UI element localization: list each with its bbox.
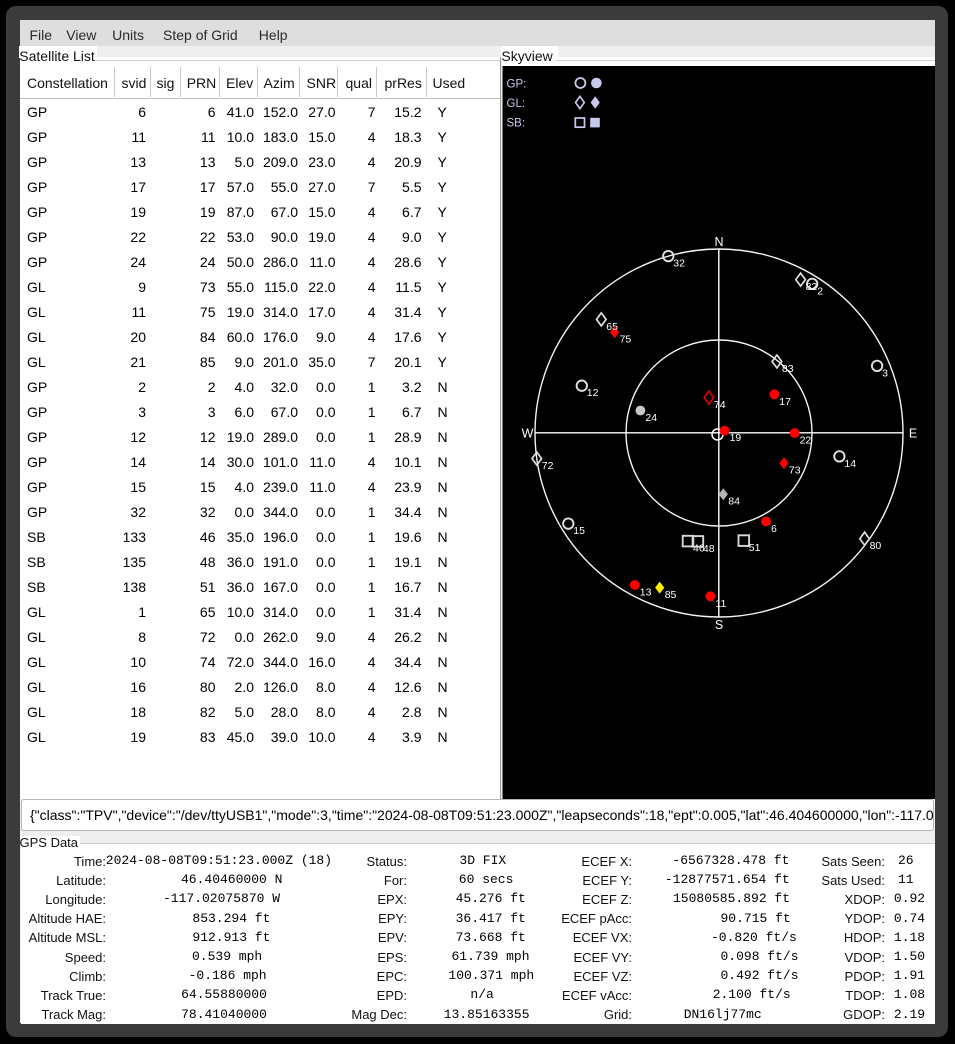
svg-text:80: 80 [870, 540, 882, 552]
svg-text:85: 85 [665, 589, 677, 601]
svg-text:3: 3 [882, 367, 888, 379]
svg-text:48: 48 [703, 543, 715, 555]
svg-text:32: 32 [673, 258, 685, 270]
svg-text:11: 11 [715, 598, 726, 610]
svg-text:73: 73 [789, 465, 801, 477]
svg-text:GL:: GL: [507, 98, 526, 110]
svg-text:15: 15 [573, 525, 585, 537]
svg-text:83: 83 [782, 363, 794, 375]
svg-text:19: 19 [730, 432, 742, 444]
svg-text:82: 82 [806, 281, 818, 293]
svg-text:24: 24 [645, 412, 657, 424]
svg-text:2: 2 [817, 285, 823, 297]
svg-text:17: 17 [779, 396, 791, 408]
svg-text:75: 75 [620, 334, 632, 346]
svg-text:22: 22 [800, 435, 812, 447]
svg-text:13: 13 [640, 587, 652, 599]
svg-text:GP:: GP: [507, 79, 527, 91]
svg-text:74: 74 [714, 399, 726, 411]
svg-text:N: N [714, 235, 723, 249]
svg-text:SB:: SB: [507, 118, 526, 130]
svg-text:W: W [522, 427, 534, 441]
svg-text:E: E [909, 427, 917, 441]
svg-text:84: 84 [728, 496, 740, 508]
svg-text:6: 6 [771, 523, 777, 535]
svg-text:14: 14 [844, 458, 856, 470]
svg-text:65: 65 [606, 321, 618, 333]
svg-text:S: S [715, 618, 723, 632]
svg-text:72: 72 [542, 460, 554, 472]
svg-text:12: 12 [587, 387, 599, 399]
svg-text:51: 51 [749, 542, 761, 554]
